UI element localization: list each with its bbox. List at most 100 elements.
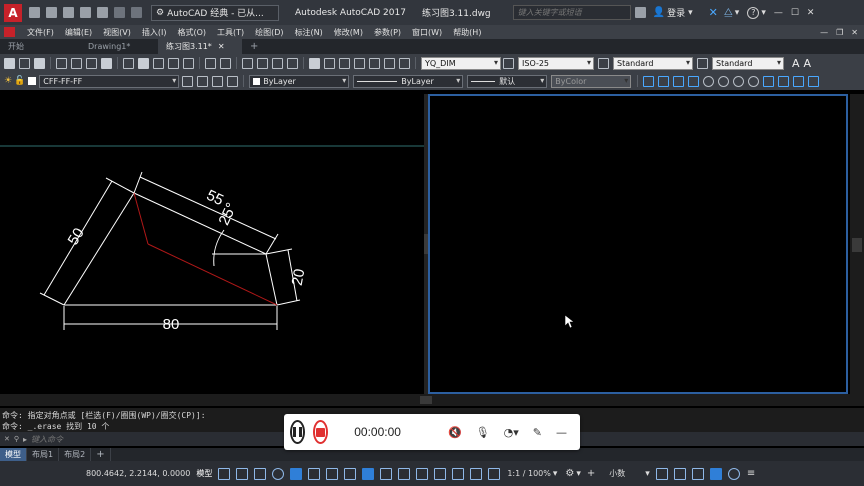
polar-tracking-icon[interactable]	[272, 467, 285, 480]
user-icon[interactable]: 👤	[653, 7, 665, 18]
minimize-icon[interactable]: —	[774, 8, 783, 18]
minimize-icon[interactable]: —	[556, 426, 567, 439]
chevron-down-icon[interactable]: ▾	[761, 8, 766, 18]
dim-line-55[interactable]	[139, 176, 277, 240]
new-tab-button[interactable]: +	[242, 39, 262, 54]
dim-style-dropdown[interactable]: YQ_DIM	[421, 56, 501, 70]
dim-continue-icon[interactable]	[793, 75, 805, 87]
restore-icon[interactable]: ❐	[836, 28, 843, 37]
tab-active-drawing[interactable]: 练习图3.11* ✕	[158, 39, 242, 54]
annotation-monitor-icon[interactable]: +	[587, 468, 595, 479]
properties-icon[interactable]	[309, 57, 320, 69]
dim-aligned-icon[interactable]	[658, 75, 670, 87]
dim-text-80[interactable]: 80	[163, 316, 180, 333]
dim-arc-icon[interactable]	[673, 75, 685, 87]
speaker-muted-icon[interactable]: 🔇	[448, 426, 462, 439]
tab-start[interactable]: 开始	[0, 39, 80, 54]
quick-properties-icon[interactable]	[655, 467, 668, 480]
vertical-scrollbar[interactable]	[850, 94, 864, 394]
print-icon[interactable]	[56, 57, 67, 69]
scroll-thumb[interactable]	[420, 396, 432, 404]
chevron-down-icon[interactable]: ▾	[735, 8, 740, 18]
text-style-dropdown[interactable]: Standard	[613, 56, 693, 70]
menu-format[interactable]: 格式(O)	[177, 27, 206, 38]
dim-baseline-icon[interactable]	[778, 75, 790, 87]
minimize-icon[interactable]: —	[820, 28, 828, 37]
table-style-icon[interactable]	[697, 57, 708, 69]
coordinates-readout[interactable]: 800.4642, 2.2144, 0.0000	[86, 469, 190, 478]
save-as-icon[interactable]	[80, 7, 91, 18]
binoculars-icon[interactable]	[634, 7, 646, 18]
units-value[interactable]: 小数	[609, 468, 625, 479]
chevron-down-icon[interactable]: ▾	[553, 469, 558, 479]
lineweight-icon[interactable]	[326, 467, 339, 480]
customize-icon[interactable]: ⚲	[14, 435, 19, 443]
unlock-icon[interactable]: 🔓	[14, 76, 25, 86]
open-file-icon[interactable]	[46, 7, 57, 18]
search-input[interactable]	[512, 5, 631, 20]
markup-icon[interactable]	[369, 57, 380, 69]
cad-drawing[interactable]: 80 50 55 25° 20	[0, 94, 424, 394]
menu-insert[interactable]: 插入(I)	[142, 27, 167, 38]
cut-icon[interactable]	[123, 57, 134, 69]
dim-style-manager-icon[interactable]	[503, 57, 514, 69]
dim-angular-icon[interactable]	[748, 75, 760, 87]
print-preview-icon[interactable]	[71, 57, 82, 69]
open-icon[interactable]	[19, 57, 30, 69]
left-viewport[interactable]: 80 50 55 25° 20	[0, 94, 424, 394]
search-box[interactable]	[512, 5, 631, 20]
maximize-icon[interactable]: ☐	[791, 8, 799, 18]
dim-diameter-icon[interactable]	[733, 75, 745, 87]
menu-parametric[interactable]: 参数(P)	[374, 27, 401, 38]
menu-icon[interactable]: ≡	[747, 468, 755, 479]
login-label[interactable]: 登录	[667, 6, 685, 19]
command-input[interactable]	[31, 434, 272, 444]
chevron-down-icon[interactable]: ▾	[576, 469, 581, 479]
design-center-icon[interactable]	[324, 57, 335, 69]
dim-extension-line[interactable]	[39, 292, 65, 306]
dim-text-50[interactable]: 50	[65, 225, 88, 248]
sheet-set-icon[interactable]	[354, 57, 365, 69]
tab-drawing1[interactable]: Drawing1*	[80, 39, 158, 54]
chevron-down-icon[interactable]: ▾	[688, 8, 693, 18]
close-icon[interactable]: ✕	[4, 435, 10, 443]
help-icon[interactable]: ?	[747, 6, 760, 19]
menu-help[interactable]: 帮助(H)	[453, 27, 481, 38]
menu-modify[interactable]: 修改(M)	[334, 27, 363, 38]
lock-ui-icon[interactable]	[673, 467, 686, 480]
3d-print-icon[interactable]	[101, 57, 112, 69]
scroll-thumb[interactable]	[852, 238, 862, 252]
chevron-down-icon[interactable]: ▾	[645, 469, 650, 479]
red-construction-line[interactable]	[147, 243, 278, 306]
block-editor-icon[interactable]	[183, 57, 194, 69]
camera-icon[interactable]: ◔▾	[504, 426, 519, 439]
zoom-window-icon[interactable]	[272, 57, 283, 69]
close-icon[interactable]: ✕	[807, 8, 815, 18]
shape-edge-left[interactable]	[63, 192, 135, 306]
dim-extension-line[interactable]	[133, 171, 143, 194]
selection-filter-icon[interactable]	[416, 467, 429, 480]
calculator-icon[interactable]	[384, 57, 395, 69]
ortho-icon[interactable]	[254, 467, 267, 480]
horizontal-scrollbar[interactable]	[0, 394, 864, 406]
transparency-icon[interactable]	[344, 467, 357, 480]
print-icon[interactable]	[97, 7, 108, 18]
tab-model[interactable]: 模型	[0, 448, 27, 461]
close-icon[interactable]: ✕	[218, 42, 225, 51]
snap-icon[interactable]	[236, 467, 249, 480]
hardware-acceleration-icon[interactable]	[709, 467, 722, 480]
app-menu-icon[interactable]	[4, 27, 15, 37]
menu-view[interactable]: 视图(V)	[103, 27, 131, 38]
dim-text-20[interactable]: 20	[289, 268, 309, 287]
tool-palettes-icon[interactable]	[339, 57, 350, 69]
a360-icon[interactable]: ⧋	[724, 7, 733, 18]
tab-layout1[interactable]: 布局1	[27, 448, 60, 461]
publish-icon[interactable]	[86, 57, 97, 69]
annotation-scale-value[interactable]: 1:1 / 100%	[507, 469, 551, 478]
screen-recorder-toolbar[interactable]: 00:00:00 🔇 🎙 ◔▾ ✎ —	[284, 414, 580, 450]
table-style-dropdown[interactable]: Standard	[712, 56, 784, 70]
isolate-objects-icon[interactable]	[691, 467, 704, 480]
pan-icon[interactable]	[242, 57, 253, 69]
layer-match-icon[interactable]	[227, 75, 239, 87]
annotation-visibility-icon[interactable]	[452, 467, 465, 480]
